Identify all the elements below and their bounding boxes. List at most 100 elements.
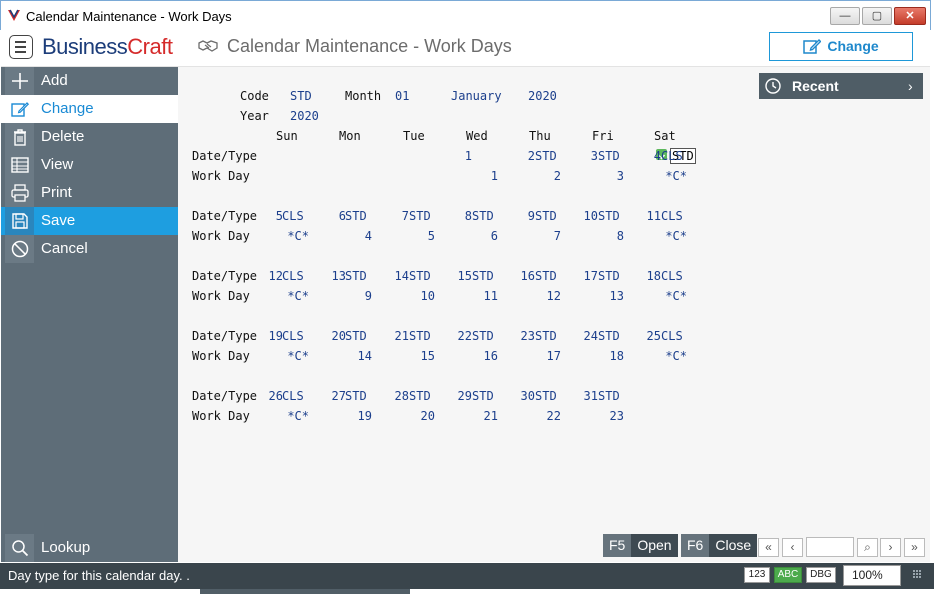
chevron-right-icon: › [908,78,913,94]
day-type-field[interactable]: CLS [661,149,683,163]
sidebar-item-label: Change [41,100,94,117]
sidebar-item-delete[interactable]: Delete [1,123,178,151]
code-field[interactable]: STD [290,89,312,103]
change-mode-label: Change [827,38,879,54]
work-day-number: 16 [483,349,498,363]
calendar-date: 15 [457,269,472,283]
app-header: BusinessCraft Calendar Maintenance - Wor… [1,30,930,67]
calendar-date: 23 [520,329,535,343]
next-page-button[interactable]: › [880,538,901,557]
edit-icon [5,95,34,123]
day-type-field[interactable]: STD [598,329,620,343]
day-type-field[interactable]: STD [409,329,431,343]
day-type-field[interactable]: STD [598,269,620,283]
day-type-field[interactable]: CLS [282,209,304,223]
day-type-field[interactable]: STD [535,389,557,403]
calendar-date: 24 [583,329,598,343]
day-type-field[interactable]: CLS [661,209,683,223]
sidebar-item-label: Print [41,184,72,201]
work-day-number: 12 [546,289,561,303]
resize-grip-icon[interactable] [913,570,921,578]
day-type-field[interactable]: STD [345,209,367,223]
calendar-date: 27 [331,389,346,403]
day-type-field[interactable]: CLS [282,389,304,403]
calendar-date: 30 [520,389,535,403]
fkey-label: Open [637,537,672,553]
printer-icon [5,179,34,207]
logo-text-business: Business [42,34,128,59]
calendar-date: 17 [583,269,598,283]
work-day-number: 3 [616,169,624,183]
day-type-field[interactable]: STD [598,149,620,163]
day-type-field[interactable]: STD [345,329,367,343]
sidebar-item-print[interactable]: Print [1,179,178,207]
day-type-field[interactable]: STD [535,329,557,343]
day-type-field[interactable]: CLS [661,329,683,343]
text-mode-badge[interactable]: ABC [774,567,802,583]
calendar-date: 9 [527,209,535,223]
handshake-icon [198,40,218,52]
sidebar-item-cancel[interactable]: Cancel [1,235,178,263]
day-of-week-header: Thu [529,129,551,143]
day-type-field[interactable]: STD [409,389,431,403]
day-type-field[interactable]: CLS [282,329,304,343]
numeric-mode-badge[interactable]: 123 [744,567,770,583]
work-day-number: 17 [546,349,561,363]
day-type-field[interactable]: STD [535,149,557,163]
work-day-number: 9 [364,289,372,303]
day-type-field[interactable]: STD [345,269,367,283]
first-page-button[interactable]: « [758,538,779,557]
work-day-number: *C* [287,229,309,243]
day-type-field[interactable]: CLS [661,269,683,283]
day-of-week-header: Sat [654,129,676,143]
day-type-field[interactable]: STD [345,389,367,403]
close-button[interactable]: ✕ [894,7,926,25]
day-type-field[interactable]: STD [472,209,494,223]
sidebar-item-view[interactable]: View [1,151,178,179]
sidebar-item-add[interactable]: Add [1,67,178,95]
day-type-field[interactable]: STD [535,269,557,283]
minimize-button[interactable]: — [830,7,860,25]
calendar-date: 4 [653,149,661,163]
day-type-field[interactable]: CLS [282,269,304,283]
hamburger-menu-icon[interactable] [9,35,33,59]
close-function-button[interactable]: F6 Close [681,534,758,557]
sidebar-item-lookup[interactable]: Lookup [1,534,178,562]
logo-text-craft: Craft [127,34,173,59]
maximize-button[interactable]: ▢ [862,7,892,25]
work-day-row-label: Work Day [192,409,250,423]
prev-page-button[interactable]: ‹ [782,538,803,557]
day-type-field[interactable]: STD [598,389,620,403]
sidebar-item-label: Delete [41,128,85,145]
sidebar-item-save[interactable]: Save [1,207,178,235]
calendar-date: 20 [331,329,346,343]
search-icon[interactable]: ⌕ [857,538,878,557]
date-type-row-label: Date/Type [192,389,258,403]
fkey-code: F5 [603,534,632,557]
recent-panel-toggle[interactable]: Recent › [759,73,923,99]
zoom-select[interactable]: 100% ⌄ [843,565,901,594]
last-page-button[interactable]: » [904,538,925,557]
edit-icon [803,39,822,54]
open-function-button[interactable]: F5 Open [603,534,678,557]
day-type-field[interactable]: STD [472,269,494,283]
sidebar-item-change[interactable]: Change [1,95,178,123]
day-type-field[interactable]: STD [472,389,494,403]
debug-badge[interactable]: DBG [806,567,836,583]
day-type-field[interactable]: STD [535,209,557,223]
year-field[interactable]: 2020 [290,109,319,123]
date-type-row-label: Date/Type [192,209,258,223]
month-number-field[interactable]: 01 [395,89,409,103]
date-type-row-label: Date/Type [192,149,258,163]
day-type-field[interactable]: STD [472,329,494,343]
sidebar-item-label: Save [41,212,76,229]
change-mode-button[interactable]: Change [769,32,913,61]
day-type-field[interactable]: STD [409,269,431,283]
cancel-icon [5,235,34,263]
day-type-field[interactable]: STD [409,209,431,223]
calendar-date: 26 [268,389,283,403]
work-day-number: 4 [364,229,372,243]
page-search-input[interactable] [806,537,854,557]
day-type-field[interactable]: STD [598,209,620,223]
work-day-number: 22 [546,409,561,423]
